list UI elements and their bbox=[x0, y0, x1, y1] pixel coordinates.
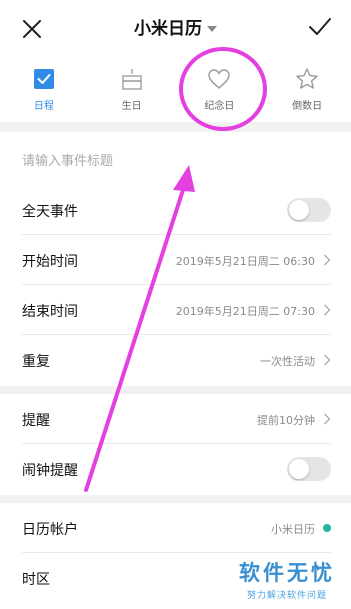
annotation-ellipse bbox=[179, 47, 267, 131]
toggle-knob bbox=[289, 200, 309, 220]
calendar-selector[interactable]: 小米日历 bbox=[0, 14, 351, 39]
reminder-card: 提醒 提前10分钟 闹钟提醒 bbox=[0, 394, 351, 495]
event-title-input[interactable]: 请输入事件标题 bbox=[22, 150, 113, 169]
start-time-value: 2019年5月21日周二 06:30 bbox=[175, 255, 315, 268]
calendar-account-row[interactable]: 日历帐户 小米日历 bbox=[22, 503, 331, 553]
chevron-down-icon bbox=[207, 26, 217, 32]
page-title: 小米日历 bbox=[134, 19, 202, 39]
all-day-label: 全天事件 bbox=[22, 204, 78, 220]
account-color-dot bbox=[323, 524, 331, 532]
calendar-account-label: 日历帐户 bbox=[22, 522, 78, 538]
tab-schedule[interactable]: 日程 bbox=[0, 58, 88, 122]
end-time-row[interactable]: 结束时间 2019年5月21日周二 07:30 bbox=[22, 285, 331, 335]
watermark-title: 软件无忧 bbox=[239, 561, 335, 585]
start-time-row[interactable]: 开始时间 2019年5月21日周二 06:30 bbox=[22, 235, 331, 285]
toggle-knob bbox=[289, 459, 309, 479]
all-day-row: 全天事件 bbox=[22, 185, 331, 235]
alarm-label: 闹钟提醒 bbox=[22, 463, 78, 479]
start-time-label: 开始时间 bbox=[22, 254, 78, 270]
section-divider bbox=[0, 122, 351, 132]
repeat-label: 重复 bbox=[22, 354, 50, 370]
alarm-row: 闹钟提醒 bbox=[22, 444, 331, 494]
repeat-value: 一次性活动 bbox=[260, 355, 315, 368]
end-time-label: 结束时间 bbox=[22, 304, 78, 320]
star-icon bbox=[296, 68, 318, 89]
chevron-right-icon bbox=[324, 413, 331, 425]
timezone-label: 时区 bbox=[22, 572, 50, 588]
cake-icon bbox=[121, 69, 142, 90]
chevron-right-icon bbox=[324, 304, 331, 316]
reminder-label: 提醒 bbox=[22, 413, 50, 429]
event-details-card: 请输入事件标题 全天事件 开始时间 2019年5月21日周二 06:30 结束时… bbox=[0, 132, 351, 386]
reminder-value: 提前10分钟 bbox=[257, 414, 315, 427]
checkbox-icon bbox=[33, 69, 54, 89]
event-type-tabs: 日程 生日 纪念日 倒数日 bbox=[0, 58, 351, 122]
tab-label: 倒数日 bbox=[292, 101, 323, 112]
tab-countdown[interactable]: 倒数日 bbox=[263, 58, 351, 122]
end-time-value: 2019年5月21日周二 07:30 bbox=[175, 305, 315, 318]
watermark: 软件无忧 努力解决软件问题 bbox=[239, 557, 335, 601]
tab-label: 生日 bbox=[121, 101, 142, 112]
watermark-subtitle: 努力解决软件问题 bbox=[246, 591, 327, 601]
top-bar: 小米日历 bbox=[0, 0, 351, 58]
all-day-toggle[interactable] bbox=[287, 198, 331, 222]
calendar-account-value: 小米日历 bbox=[271, 523, 315, 536]
alarm-toggle[interactable] bbox=[287, 457, 331, 481]
chevron-right-icon bbox=[324, 354, 331, 366]
chevron-right-icon bbox=[324, 254, 331, 266]
repeat-row[interactable]: 重复 一次性活动 bbox=[22, 335, 331, 385]
reminder-row[interactable]: 提醒 提前10分钟 bbox=[22, 394, 331, 444]
tab-birthday[interactable]: 生日 bbox=[88, 58, 176, 122]
check-icon[interactable] bbox=[307, 14, 333, 40]
tab-label: 日程 bbox=[33, 101, 54, 112]
